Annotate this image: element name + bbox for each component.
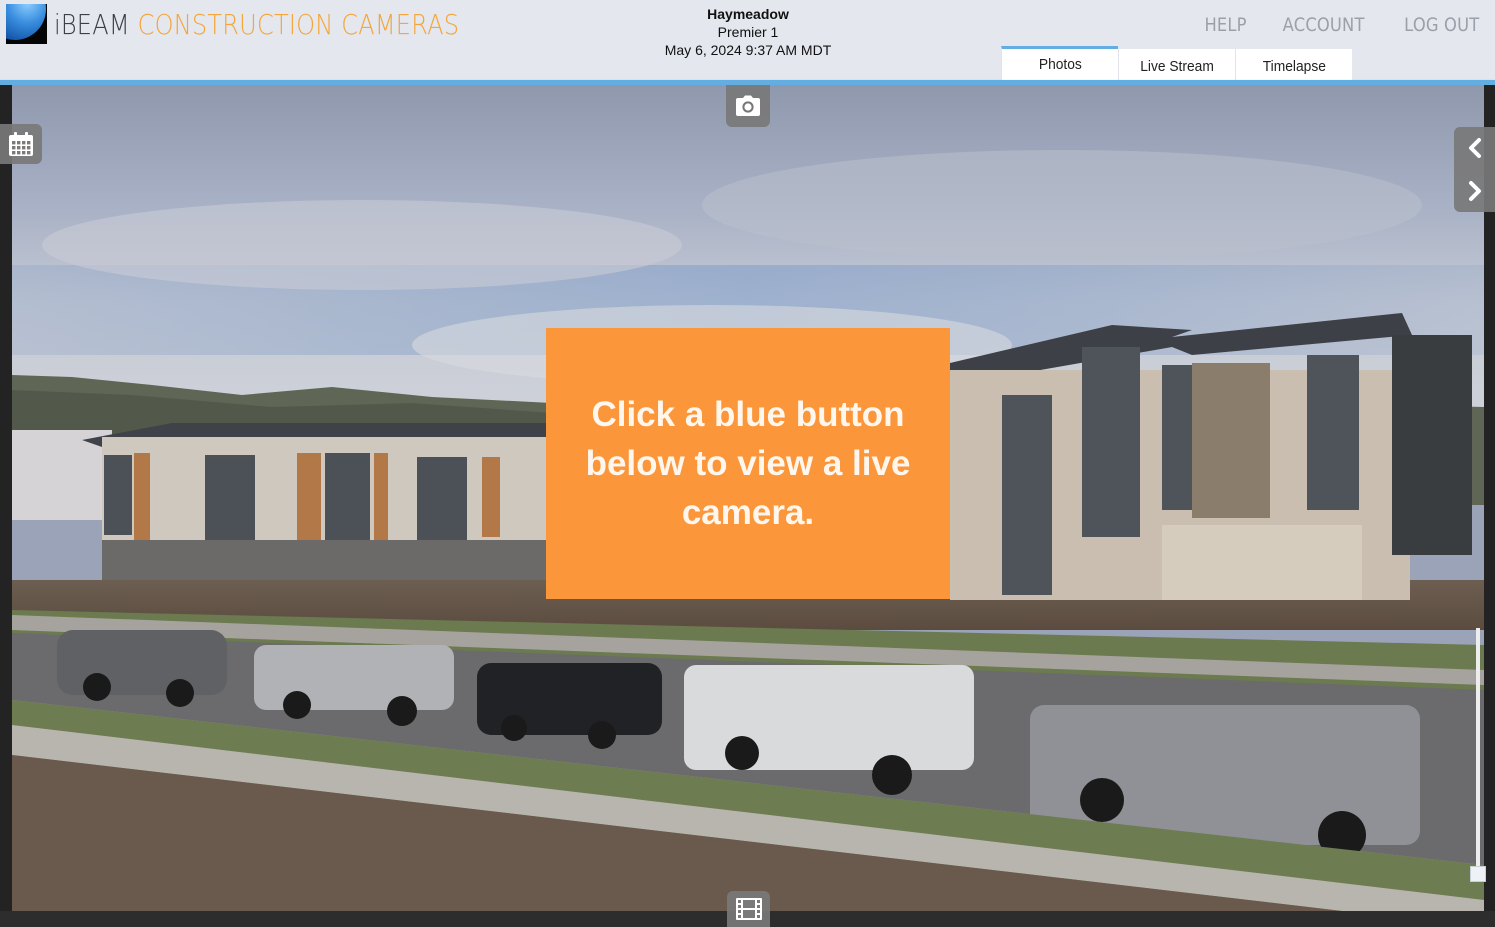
wheel [501,715,527,741]
panel [1082,347,1140,537]
panel [1162,365,1192,510]
tab-photos-label: Photos [1038,56,1082,73]
wheel [588,721,616,749]
brand-title[interactable]: iBEAM CONSTRUCTION CAMERAS [54,8,459,41]
chevron-left-icon [1468,138,1481,158]
account-link[interactable]: ACCOUNT [1283,14,1365,36]
tab-timelapse[interactable]: Timelapse [1235,49,1352,83]
cloud [42,200,682,290]
calendar-icon [9,132,33,156]
building-right-balconies [1392,335,1472,555]
top-nav: HELP ACCOUNT LOG OUT [1201,14,1485,36]
wheel [725,736,759,770]
tab-photos[interactable]: Photos [1001,46,1118,80]
cloud [702,150,1422,260]
tab-timelapse-label: Timelapse [1262,57,1326,75]
view-tabs: Photos Live Stream Timelapse [1001,46,1352,83]
live-camera-prompt: Click a blue button below to view a live… [546,328,950,599]
wheel [1080,778,1124,822]
siding [374,453,388,548]
timeline-scroll-thumb[interactable] [1470,866,1486,882]
panel [1002,395,1052,595]
wheel [166,679,194,707]
brand-secondary: CONSTRUCTION CAMERAS [137,8,460,41]
panel [104,455,132,535]
wheel [387,696,417,726]
logout-link[interactable]: LOG OUT [1404,14,1479,36]
camera-info: Haymeadow Premier 1 May 6, 2024 9:37 AM … [598,5,898,59]
siding [482,457,500,537]
wheel [872,755,912,795]
panel [205,455,255,545]
siding [134,453,150,543]
timeline-scrollbar[interactable] [1476,628,1480,868]
panel [1307,355,1359,510]
wheel [83,673,111,701]
site-name: Haymeadow [707,6,789,22]
tab-live-stream-label: Live Stream [1140,57,1214,75]
panel [417,457,467,542]
wheel [283,691,311,719]
stone-base [1162,525,1362,600]
film-icon [735,898,762,920]
snapshot-button[interactable] [726,85,770,127]
brand-primary: iBEAM [54,8,130,41]
ibeam-logo-icon[interactable] [6,4,47,44]
car-suv-gray [57,630,227,695]
help-link[interactable]: HELP [1205,14,1247,36]
viewer-left-border [0,85,12,911]
siding [297,453,321,548]
filmstrip-button[interactable] [727,891,770,927]
camera-icon [736,95,760,116]
panel [325,453,370,548]
calendar-button[interactable] [0,124,42,164]
camera-photo-viewer[interactable]: Click a blue button below to view a live… [12,85,1484,911]
app-header: iBEAM CONSTRUCTION CAMERAS Haymeadow Pre… [0,0,1495,83]
foundation [102,540,552,580]
next-photo-button[interactable] [1454,169,1495,212]
previous-photo-button[interactable] [1454,127,1495,169]
chevron-right-icon [1468,180,1481,201]
photo-timestamp: May 6, 2024 9:37 AM MDT [664,42,832,58]
tab-live-stream[interactable]: Live Stream [1118,49,1235,83]
camera-name: Premier 1 [717,24,779,40]
siding [1192,363,1270,518]
